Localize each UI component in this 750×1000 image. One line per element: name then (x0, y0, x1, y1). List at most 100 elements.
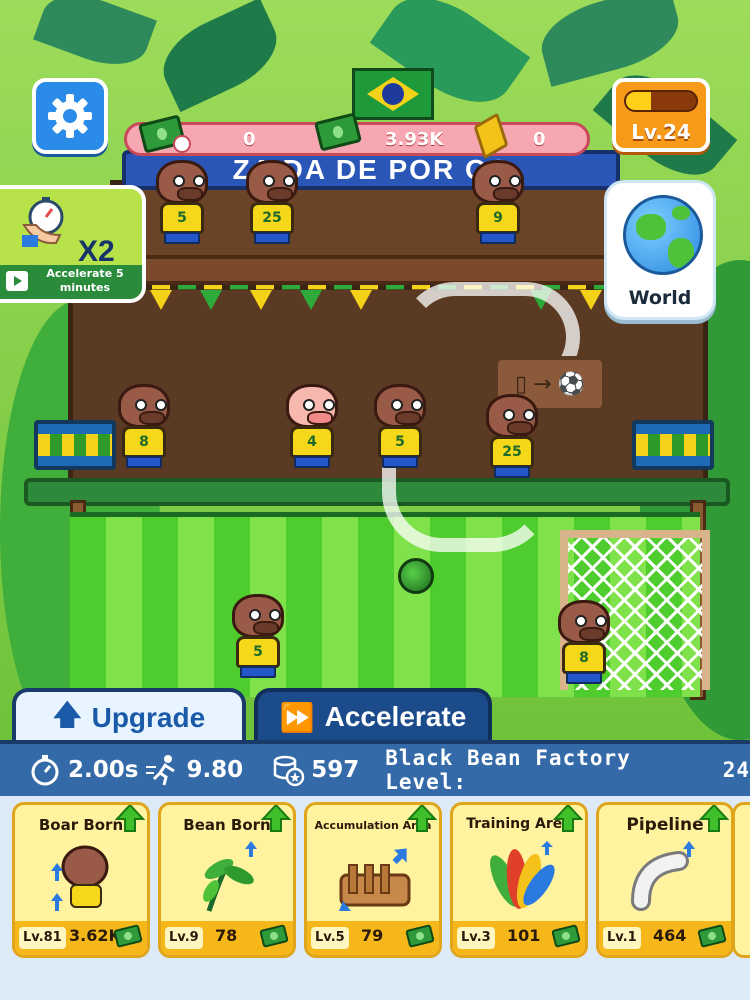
speed-stat: 9.80 (146, 753, 243, 787)
soccer-ball-icon: ⚽ (557, 371, 585, 397)
cash-value: 3.93K (385, 128, 444, 150)
fence-icon (339, 848, 411, 911)
bean-icon: ▯ (515, 371, 528, 397)
player-character: 5 (368, 384, 432, 470)
upgrade-arrow-icon (553, 805, 583, 832)
pipe-icon (631, 841, 695, 911)
tab-accelerate[interactable]: ⏩ Accelerate (254, 688, 492, 742)
player-character: 8 (112, 384, 176, 470)
accelerate-caption: Accelerate 5 minutes (46, 267, 124, 294)
player-character: 4 (280, 384, 344, 470)
level-badge[interactable]: Lv.24 (612, 78, 710, 152)
jersey-number: 5 (160, 202, 204, 234)
card-cost: 79 (361, 926, 384, 945)
video-ad-icon (6, 271, 28, 291)
upgrade-card-accumulation-area[interactable]: Accumulation Area Lv.5 79 (304, 802, 442, 958)
card-cost: 78 (215, 926, 238, 945)
jungle-leaf (150, 0, 290, 113)
bunting-flag (250, 290, 272, 310)
factory-level-value: 24 (722, 758, 750, 782)
player-character: 5 (150, 160, 214, 246)
cash-rate-value: 0 (243, 128, 256, 150)
coins-stat: 597 (271, 753, 359, 787)
world-label: World (628, 287, 692, 309)
jersey-number: 8 (562, 642, 606, 674)
fast-forward-icon: ⏩ (279, 701, 315, 733)
bunting-flag (150, 290, 172, 310)
bunting-flag (200, 290, 222, 310)
tab-upgrade[interactable]: 🡅 Upgrade (12, 688, 246, 744)
panel-tabs: ⏩ Accelerate 🡅 Upgrade (0, 688, 750, 744)
cash-resource: 3.93K (307, 112, 467, 153)
player-character: 25 (240, 160, 304, 246)
cash-icon (551, 924, 581, 948)
jersey-number: 9 (476, 202, 520, 234)
jersey-number: 25 (490, 436, 534, 468)
upgrade-arrow-icon (407, 805, 437, 832)
coins-value: 597 (311, 757, 360, 783)
player-character: 8 (552, 600, 616, 686)
jersey-number: 5 (378, 426, 422, 458)
card-footer: Lv.1 464 (599, 921, 731, 955)
jersey-number: 4 (290, 426, 334, 458)
cash-icon (697, 924, 727, 948)
upgrade-card-boar-born[interactable]: Boar Born Lv.81 3.62K (12, 802, 150, 958)
upgrade-card-pipeline[interactable]: Pipeline Lv.1 464 (596, 802, 734, 958)
stats-bar: 2.00s 9.80 597 Black Bean Factory Level:… (0, 744, 750, 796)
cycle-time-stat: 2.00s (28, 753, 138, 787)
drum (632, 420, 714, 470)
tab-accelerate-label: Accelerate (324, 701, 467, 732)
upgrade-card-bean-born[interactable]: Bean Born Lv.9 78 (158, 802, 296, 958)
card-footer: Lv.81 3.62K (15, 921, 147, 955)
card-footer: Lv.3 101 (453, 921, 585, 955)
globe-icon (623, 195, 703, 275)
cash-icon (259, 924, 289, 948)
feathers-icon (490, 841, 555, 909)
player-character: 5 (226, 594, 290, 680)
upgrade-card-partial[interactable] (732, 802, 750, 958)
card-cost: 3.62K (69, 926, 121, 945)
bunting-flag (350, 290, 372, 310)
stopwatch-icon (31, 755, 59, 786)
card-level: Lv.3 (457, 927, 495, 949)
upgrade-arrow-icon (699, 805, 729, 832)
upgrade-panel: 2.00s 9.80 597 Black Bean Factory Level:… (0, 740, 750, 1000)
gold-resource: 0 (473, 112, 587, 160)
arrow-up-icon: 🡅 (52, 699, 82, 730)
world-button[interactable]: World (604, 180, 716, 320)
card-level: Lv.1 (603, 927, 641, 949)
brazil-flag (352, 68, 434, 120)
jersey-number: 5 (236, 636, 280, 668)
bean-plant-icon (203, 841, 257, 912)
card-cost: 101 (507, 926, 541, 945)
stopwatch-hand-icon (22, 197, 64, 247)
cash-rate-resource: 0 (127, 114, 277, 154)
jungle-leaf (33, 0, 157, 78)
upgrade-cards: Boar Born Lv.81 3.62K Bean Born Lv.9 78 … (12, 802, 750, 1000)
card-footer: Lv.9 78 (161, 921, 293, 955)
upgrade-card-training-area[interactable]: Training Area Lv.3 101 (450, 802, 588, 958)
accelerate-ad-card[interactable]: X2 Accelerate 5 minutes (0, 185, 146, 303)
level-progress-bar (624, 90, 698, 112)
card-level: Lv.5 (311, 927, 349, 949)
cash-icon (405, 924, 435, 948)
card-cost: 464 (653, 926, 687, 945)
upgrade-arrow-icon (261, 805, 291, 832)
black-bean-ball (398, 558, 434, 594)
gear-icon (48, 94, 92, 138)
player-character: 9 (466, 160, 530, 246)
arrow-right-icon: → (533, 371, 552, 397)
bunting-flag (580, 290, 602, 310)
clock-icon (173, 135, 191, 153)
settings-button[interactable] (32, 78, 108, 154)
cycle-time-value: 2.00s (68, 757, 139, 783)
upgrade-arrow-icon (115, 805, 145, 832)
accelerate-multiplier: X2 (78, 235, 115, 268)
speed-value: 9.80 (186, 757, 244, 783)
resource-bar: 0 3.93K 0 (124, 112, 590, 160)
accelerate-caption-bar: Accelerate 5 minutes (0, 265, 142, 299)
gold-value: 0 (533, 128, 546, 150)
drum (34, 420, 116, 470)
roof-deck (120, 255, 620, 285)
factory-level-label: Black Bean Factory Level: (385, 746, 631, 794)
